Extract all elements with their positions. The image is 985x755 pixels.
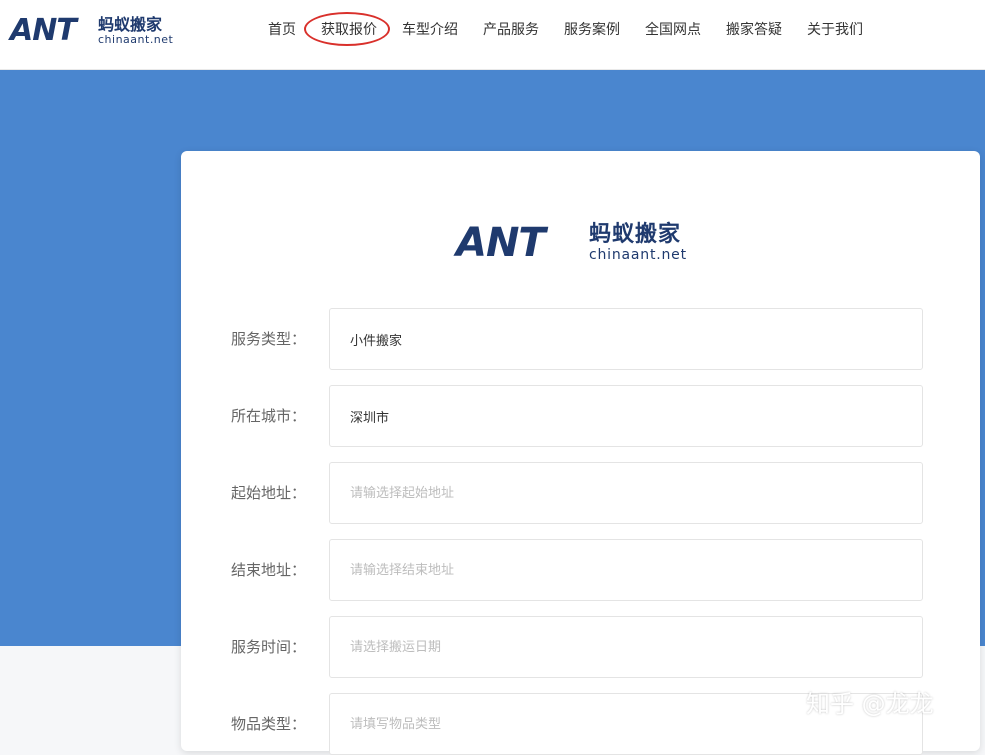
city-label: 所在城市：: [231, 407, 307, 425]
nav-get-quote[interactable]: 获取报价: [304, 0, 390, 60]
form-row-city: 所在城市：: [181, 385, 980, 447]
card-logo-brand-text: ANT: [456, 220, 546, 266]
nav-branches[interactable]: 全国网点: [639, 0, 707, 60]
nav-products-services[interactable]: 产品服务: [477, 0, 545, 60]
form-row-end-address: 结束地址：: [181, 539, 980, 601]
form-row-start-address: 起始地址：: [181, 462, 980, 524]
zhihu-watermark: 知乎 @龙龙: [806, 690, 934, 718]
nav-vehicle-types[interactable]: 车型介绍: [396, 0, 464, 60]
nav-moving-faq[interactable]: 搬家答疑: [720, 0, 788, 60]
end-address-label: 结束地址：: [231, 561, 307, 579]
form-row-service-time: 服务时间：: [181, 616, 980, 678]
end-address-field[interactable]: [329, 539, 923, 601]
service-type-field[interactable]: [329, 308, 923, 370]
logo-domain: chinaant.net: [98, 33, 174, 46]
service-time-label: 服务时间：: [231, 638, 307, 656]
logo-brand-text: ANT: [10, 13, 77, 48]
card-logo: ANT 蚂蚁搬家 chinaant.net: [456, 220, 716, 266]
item-type-label: 物品类型：: [231, 715, 307, 733]
card-logo-chinese-name: 蚂蚁搬家: [589, 222, 682, 247]
site-header: ANT 蚂蚁搬家 chinaant.net 首页 获取报价 车型介绍 产品服务 …: [0, 0, 985, 70]
logo-chinese-name: 蚂蚁搬家: [98, 15, 163, 34]
city-field[interactable]: [329, 385, 923, 447]
nav-service-cases[interactable]: 服务案例: [558, 0, 626, 60]
nav-about-us[interactable]: 关于我们: [801, 0, 869, 60]
card-logo-domain: chinaant.net: [589, 247, 687, 263]
start-address-label: 起始地址：: [231, 484, 307, 502]
start-address-field[interactable]: [329, 462, 923, 524]
service-time-field[interactable]: [329, 616, 923, 678]
form-row-service-type: 服务类型：: [181, 308, 980, 370]
quote-form-card: ANT 蚂蚁搬家 chinaant.net 服务类型： 所在城市： 起始地址： …: [181, 151, 980, 755]
nav-home[interactable]: 首页: [262, 0, 302, 60]
main-nav: 首页 获取报价 车型介绍 产品服务 服务案例 全国网点 搬家答疑 关于我们: [262, 0, 882, 60]
service-type-label: 服务类型：: [231, 330, 307, 348]
